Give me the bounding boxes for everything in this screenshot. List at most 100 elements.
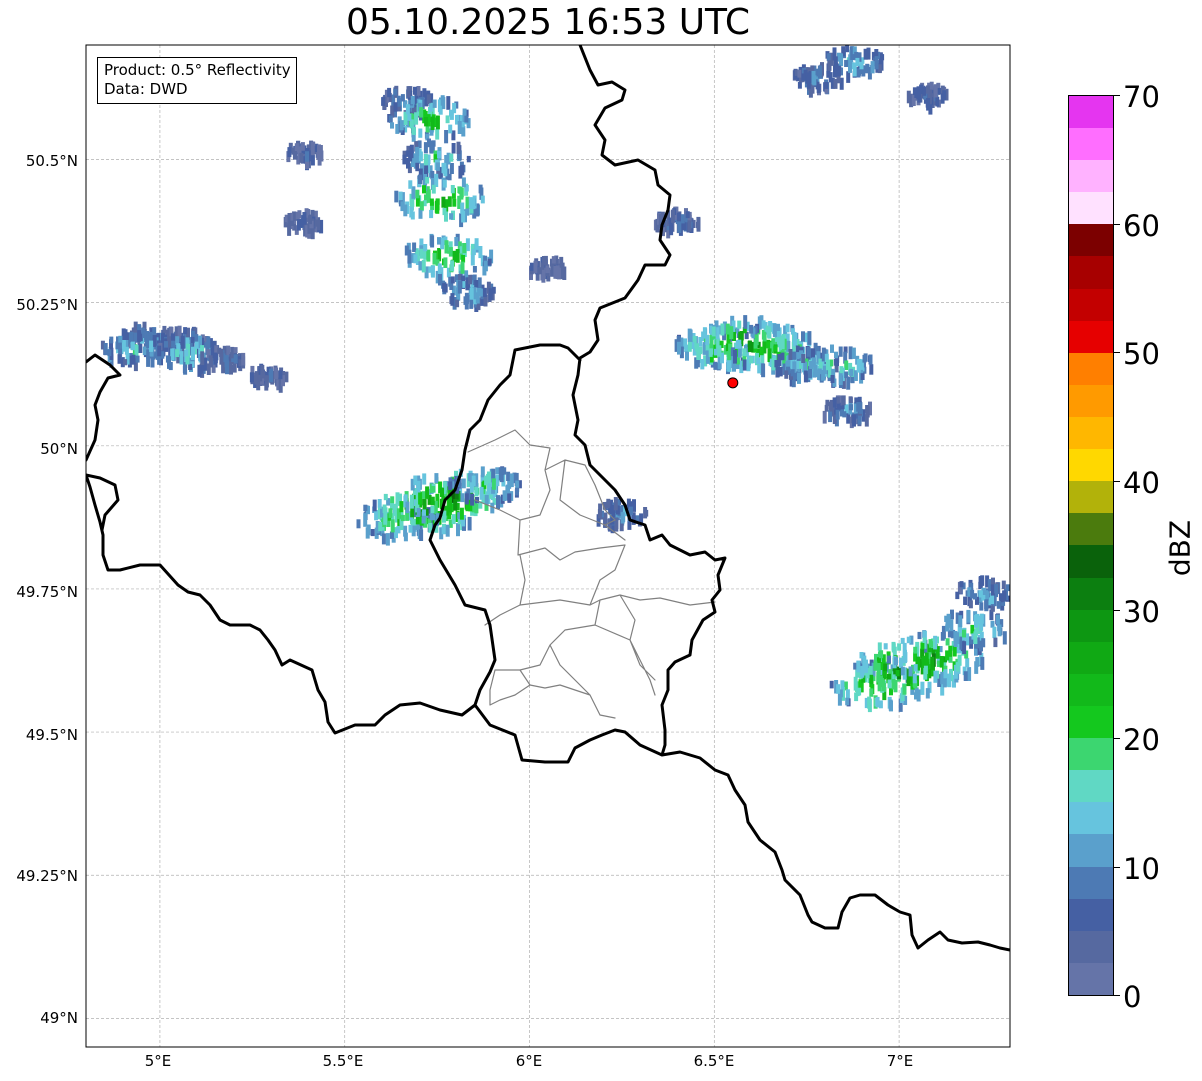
echo-pixel: [869, 688, 874, 697]
echo-pixel: [418, 128, 423, 138]
colorbar-segment: [1069, 352, 1113, 385]
echo-pixel: [430, 116, 435, 131]
colorbar-segment: [1069, 834, 1113, 867]
echo-pixel: [474, 238, 479, 250]
echo-pixel: [152, 335, 157, 347]
colorbar-segment: [1069, 545, 1113, 578]
echo-pixel: [556, 267, 561, 280]
echo-pixel: [491, 468, 496, 479]
echo-pixel: [900, 666, 905, 676]
echo-pixel: [925, 688, 930, 699]
lat-label-49: 49°N: [40, 1009, 78, 1027]
echo-pixel: [383, 493, 388, 501]
echo-pixel: [117, 354, 122, 364]
colorbar-segment: [1069, 641, 1113, 674]
echo-pixel: [133, 332, 138, 343]
echo-pixel: [906, 636, 911, 644]
echo-pixel: [913, 664, 918, 672]
echo-pixel: [452, 198, 457, 207]
echo-pixel: [946, 613, 951, 624]
echo-pixel: [424, 117, 429, 127]
echo-pixel: [474, 280, 479, 288]
echo-pixel: [423, 244, 428, 252]
lon-label-6: 6°E: [515, 1052, 543, 1070]
echo-pixel: [389, 531, 394, 539]
echo-pixel: [406, 86, 411, 98]
echo-pixel: [902, 684, 907, 695]
echo-pixel: [440, 487, 444, 497]
echo-pixel: [812, 75, 817, 86]
echo-pixel: [416, 480, 421, 493]
echo-pixel: [844, 59, 849, 67]
echo-pixel: [429, 209, 434, 219]
echo-pixel: [913, 646, 918, 654]
echo-pixel: [444, 240, 449, 254]
echo-pixel: [817, 67, 822, 77]
echo-pixel: [996, 601, 1001, 609]
echo-pixel: [737, 320, 742, 329]
echo-pixel: [388, 508, 393, 518]
echo-pixel: [471, 475, 476, 486]
echo-pixel: [449, 163, 454, 174]
echo-pixel: [133, 321, 138, 335]
echo-pixel: [422, 185, 426, 194]
echo-pixel: [363, 504, 368, 512]
echo-pixel: [784, 370, 789, 379]
echo-pixel: [423, 154, 428, 166]
echo-pixel: [416, 86, 421, 96]
echo-pixel: [968, 600, 973, 609]
echo-pixel: [461, 211, 466, 223]
echo-pixel: [296, 218, 301, 231]
echo-pixel: [955, 591, 960, 600]
echo-pixel: [422, 498, 427, 511]
echo-pixel: [162, 325, 167, 334]
echo-pixel: [466, 155, 471, 163]
echo-pixel: [457, 280, 462, 294]
echo-pixel: [310, 141, 315, 156]
echo-pixel: [390, 496, 395, 504]
echo-pixel: [776, 331, 781, 338]
echo-pixel: [317, 144, 321, 154]
echo-pixel: [478, 184, 483, 194]
echo-pixel: [677, 341, 681, 355]
echo-pixel: [845, 45, 850, 53]
echo-pixel: [965, 658, 970, 668]
echo-pixel: [479, 486, 484, 500]
echo-pixel: [877, 642, 882, 651]
echo-pixel: [717, 345, 722, 357]
echo-pixel: [887, 679, 892, 689]
colorbar-segment: [1069, 673, 1113, 707]
echo-pixel: [426, 249, 431, 262]
echo-pixel: [695, 343, 699, 352]
echo-pixel: [826, 53, 831, 61]
echo-pixel: [852, 414, 856, 427]
echo-pixel: [869, 674, 874, 684]
echo-pixel: [472, 266, 477, 273]
echo-pixel: [502, 467, 507, 475]
echo-pixel: [415, 517, 420, 525]
echo-pixel: [224, 355, 229, 368]
echo-pixel: [461, 478, 466, 489]
echo-pixel: [970, 589, 975, 599]
echo-pixel: [123, 359, 128, 366]
echo-pixel: [157, 345, 162, 357]
echo-pixel: [374, 510, 379, 521]
echo-pixel: [442, 179, 447, 188]
echo-pixel: [756, 357, 761, 365]
echo-pixel: [448, 247, 453, 257]
lat-label-50: 50°N: [40, 440, 78, 458]
colorbar-segment: [1069, 160, 1113, 193]
lon-label-7: 7°E: [886, 1052, 914, 1070]
echo-pixel: [727, 351, 732, 361]
echo-pixel: [474, 503, 479, 514]
echo-pixel: [146, 356, 151, 367]
echo-pixel: [405, 501, 410, 514]
echo-pixel: [418, 151, 423, 162]
colorbar-segment: [1069, 320, 1113, 353]
echo-pixel: [310, 154, 315, 166]
echo-pixel: [540, 262, 545, 270]
echo-pixel: [669, 224, 674, 236]
echo-pixel: [454, 493, 459, 500]
echo-pixel: [445, 524, 450, 537]
echo-pixel: [797, 372, 801, 384]
